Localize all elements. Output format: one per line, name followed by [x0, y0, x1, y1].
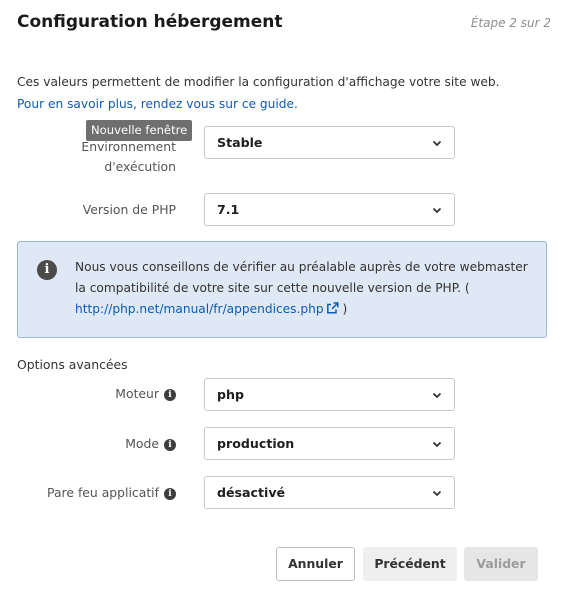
mode-label-text: Mode: [125, 436, 159, 451]
info-icon[interactable]: i: [164, 388, 176, 401]
step-indicator: Étape 2 sur 2: [470, 16, 551, 30]
php-version-value: 7.1: [217, 202, 240, 217]
chevron-down-icon: [432, 441, 442, 448]
cancel-button[interactable]: Annuler: [276, 547, 355, 581]
firewall-label-text: Pare feu applicatif: [47, 485, 159, 500]
engine-select[interactable]: php: [204, 378, 455, 411]
engine-label-text: Moteur: [115, 386, 159, 401]
firewall-value: désactivé: [217, 485, 286, 500]
intro-text: Ces valeurs permettent de modifier la co…: [17, 71, 552, 115]
chevron-down-icon: [432, 140, 442, 147]
info-icon: i: [37, 260, 57, 280]
engine-value: php: [217, 387, 244, 402]
chevron-down-icon: [432, 207, 442, 214]
external-link-icon: [326, 302, 339, 314]
engine-label: Moteur i: [20, 386, 176, 401]
advanced-options-title: Options avancées: [17, 357, 128, 372]
guide-link[interactable]: Pour en savoir plus, rendez vous sur ce …: [17, 97, 298, 111]
php-version-label: Version de PHP: [82, 202, 176, 217]
php-manual-link-text: http://php.net/manual/fr/appendices.php: [75, 302, 324, 316]
php-manual-link[interactable]: http://php.net/manual/fr/appendices.php: [75, 302, 339, 316]
environment-select[interactable]: Stable: [204, 126, 455, 159]
mode-label: Mode i: [20, 436, 176, 451]
chevron-down-icon: [432, 490, 442, 497]
alert-message: Nous vous conseillons de vérifier au pré…: [75, 260, 528, 295]
environment-value: Stable: [217, 135, 263, 150]
page-title: Configuration hébergement: [17, 12, 283, 32]
environment-label: Environnement d'exécution: [20, 137, 176, 177]
php-version-select[interactable]: 7.1: [204, 193, 455, 226]
new-window-tooltip: Nouvelle fenêtre: [86, 120, 193, 141]
info-alert: i Nous vous conseillons de vérifier au p…: [17, 241, 547, 338]
alert-text: Nous vous conseillons de vérifier au pré…: [75, 257, 537, 320]
alert-message-end: ): [338, 302, 348, 316]
previous-button[interactable]: Précédent: [363, 547, 457, 581]
info-icon[interactable]: i: [164, 487, 176, 500]
firewall-select[interactable]: désactivé: [204, 476, 455, 509]
validate-button[interactable]: Valider: [464, 547, 538, 581]
mode-value: production: [217, 436, 295, 451]
chevron-down-icon: [432, 392, 442, 399]
info-icon[interactable]: i: [164, 438, 176, 451]
mode-select[interactable]: production: [204, 427, 455, 460]
environment-label-line2: d'exécution: [104, 159, 176, 174]
intro-line: Ces valeurs permettent de modifier la co…: [17, 75, 500, 89]
firewall-label: Pare feu applicatif i: [20, 485, 176, 500]
